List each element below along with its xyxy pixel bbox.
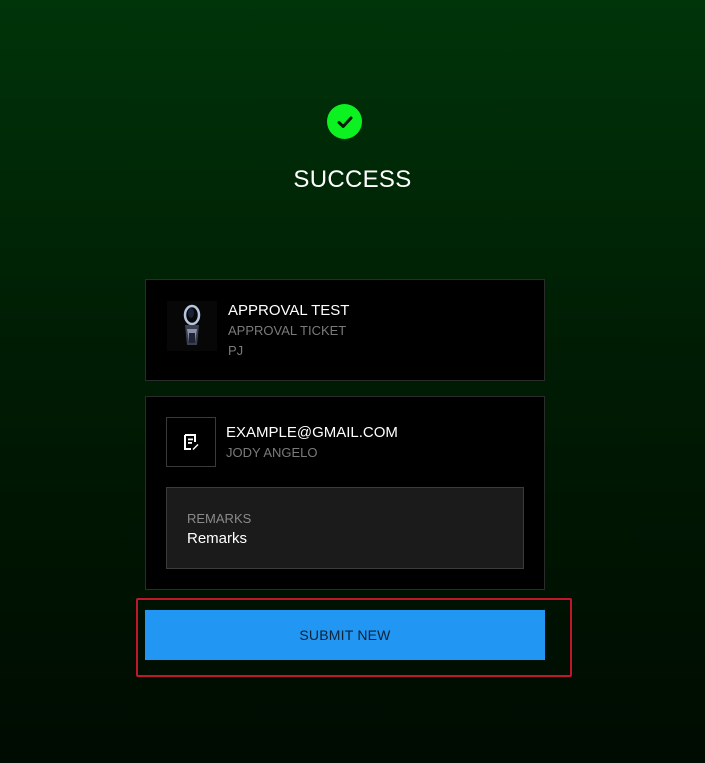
submitter-name: JODY ANGELO <box>226 445 318 460</box>
ticket-title: APPROVAL TEST <box>228 302 350 319</box>
submit-new-button[interactable]: SUBMIT NEW <box>145 610 545 660</box>
ticket-card: APPROVAL TEST APPROVAL TICKET PJ <box>145 279 545 381</box>
remarks-label: REMARKS <box>187 511 252 526</box>
ticket-subtitle: APPROVAL TICKET <box>228 323 347 338</box>
success-title: SUCCESS <box>293 166 412 193</box>
remarks-value: Remarks <box>187 530 248 547</box>
success-check-icon <box>327 104 362 139</box>
remarks-box: REMARKS Remarks <box>166 487 524 569</box>
document-edit-icon <box>166 417 216 467</box>
submitter-email: EXAMPLE@GMAIL.COM <box>226 424 398 441</box>
submission-info-card: EXAMPLE@GMAIL.COM JODY ANGELO REMARKS Re… <box>145 396 545 590</box>
ticket-code: PJ <box>228 343 244 358</box>
ticket-thumbnail-image <box>167 301 217 351</box>
